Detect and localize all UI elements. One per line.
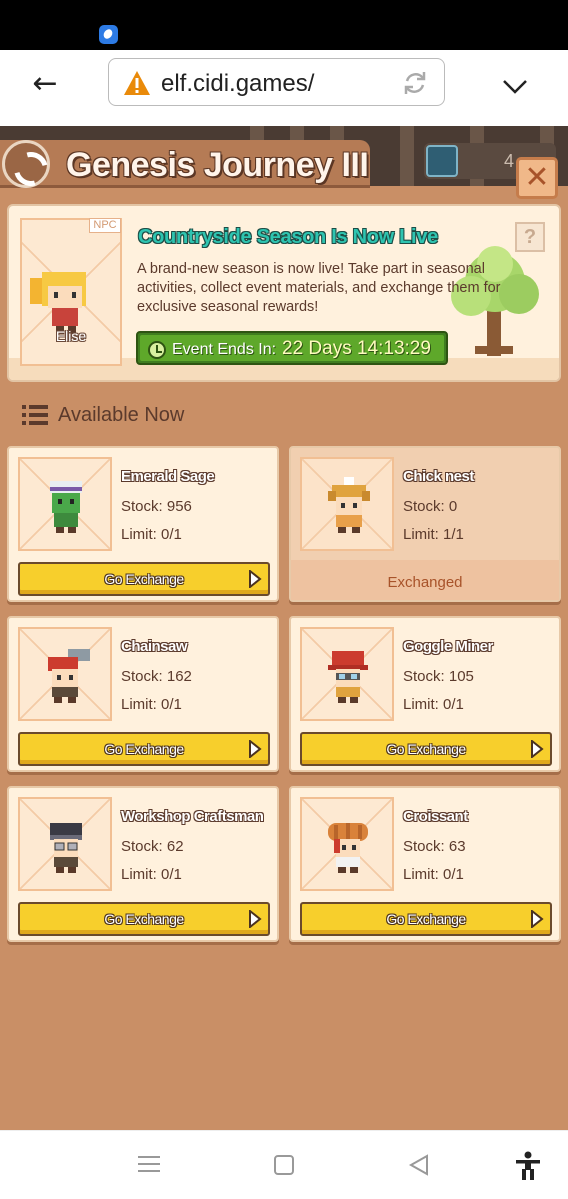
croissant-sprite xyxy=(328,823,368,873)
go-exchange-button[interactable]: Go Exchange xyxy=(18,902,270,936)
item-stock: Stock: 956 xyxy=(121,498,192,515)
item-thumbnail xyxy=(18,627,112,721)
chainsaw-sprite xyxy=(48,649,90,703)
item-thumbnail xyxy=(300,797,394,891)
item-stock: Stock: 63 xyxy=(403,838,466,855)
currency-value: 4 xyxy=(504,151,515,171)
app-notification-icon xyxy=(99,25,118,44)
item-name: Goggle Miner xyxy=(403,638,493,655)
play-icon xyxy=(249,740,262,758)
play-icon xyxy=(531,910,544,928)
go-exchange-label: Go Exchange xyxy=(386,911,466,927)
item-stock: Stock: 162 xyxy=(121,668,192,685)
help-button[interactable]: ? xyxy=(515,222,545,252)
exchange-item-card: Chick nest Stock: 0 Limit: 1/1 Exchanged xyxy=(289,446,561,602)
go-exchange-button[interactable]: Go Exchange xyxy=(300,902,552,936)
event-timer: Event Ends In: 22 Days 14:13:29 xyxy=(136,331,448,365)
item-name: Workshop Craftsman xyxy=(121,808,264,825)
go-exchange-label: Go Exchange xyxy=(386,741,466,757)
item-name: Chick nest xyxy=(403,468,474,485)
exchange-item-card: Goggle Miner Stock: 105 Limit: 0/1 Go Ex… xyxy=(289,616,561,772)
currency-icon xyxy=(426,145,458,177)
item-name: Chainsaw xyxy=(121,638,188,655)
npc-tag: NPC xyxy=(89,218,121,233)
browser-toolbar: ← elf.cidi.games/ xyxy=(0,50,568,126)
status-bar xyxy=(0,0,568,50)
timer-value: 22 Days 14:13:29 xyxy=(282,338,431,359)
go-exchange-button[interactable]: Go Exchange xyxy=(18,732,270,766)
close-icon: ✕ xyxy=(524,160,550,195)
item-limit: Limit: 0/1 xyxy=(121,696,182,713)
list-icon xyxy=(22,405,48,425)
address-bar[interactable]: elf.cidi.games/ xyxy=(108,58,445,106)
play-icon xyxy=(249,910,262,928)
item-thumbnail xyxy=(18,797,112,891)
item-name: Croissant xyxy=(403,808,468,825)
help-icon: ? xyxy=(523,226,537,248)
item-stock: Stock: 105 xyxy=(403,668,474,685)
item-limit: Limit: 0/1 xyxy=(403,866,464,883)
genesis-logo-icon xyxy=(2,140,50,188)
banner-title: Countryside Season Is Now Live xyxy=(138,226,438,248)
item-thumbnail xyxy=(300,457,394,551)
recent-apps-icon[interactable] xyxy=(138,1155,160,1173)
go-exchange-button[interactable]: Go Exchange xyxy=(18,562,270,596)
item-limit: Limit: 0/1 xyxy=(121,526,182,543)
go-exchange-label: Go Exchange xyxy=(104,741,184,757)
emerald-sage-sprite xyxy=(50,481,82,533)
go-exchange-label: Go Exchange xyxy=(104,911,184,927)
item-thumbnail xyxy=(18,457,112,551)
accessibility-icon[interactable] xyxy=(514,1151,542,1181)
exchange-item-card: Emerald Sage Stock: 956 Limit: 0/1 Go Ex… xyxy=(7,446,279,602)
warning-icon xyxy=(124,71,150,95)
item-limit: Limit: 0/1 xyxy=(121,866,182,883)
nav-back-icon[interactable] xyxy=(408,1154,430,1176)
go-exchange-button[interactable]: Go Exchange xyxy=(300,732,552,766)
exchange-item-card: Chainsaw Stock: 162 Limit: 0/1 Go Exchan… xyxy=(7,616,279,772)
home-icon[interactable] xyxy=(274,1155,294,1175)
workshop-craftsman-sprite xyxy=(50,823,82,873)
npc-name: Elise xyxy=(55,328,87,344)
page-title: Genesis Journey III xyxy=(66,146,369,184)
back-arrow-icon[interactable]: ← xyxy=(28,68,62,102)
item-name: Emerald Sage xyxy=(121,468,215,485)
item-stock: Stock: 0 xyxy=(403,498,458,515)
navigation-bar xyxy=(0,1130,568,1199)
goggle-miner-sprite xyxy=(328,651,368,703)
exchanged-label: Exchanged xyxy=(387,574,463,591)
play-icon xyxy=(249,570,262,588)
play-icon xyxy=(531,740,544,758)
go-exchange-label: Go Exchange xyxy=(104,571,184,587)
timer-label: Event Ends In: xyxy=(172,341,277,358)
item-limit: Limit: 0/1 xyxy=(403,696,464,713)
clock-icon xyxy=(148,341,166,359)
exchange-item-card: Workshop Craftsman Stock: 62 Limit: 0/1 … xyxy=(7,786,279,942)
chevron-down-icon[interactable] xyxy=(498,70,532,104)
item-limit: Limit: 1/1 xyxy=(403,526,464,543)
chick-nest-sprite xyxy=(328,477,370,533)
section-title: Available Now xyxy=(58,404,185,426)
url-text: elf.cidi.games/ xyxy=(161,70,315,97)
item-thumbnail xyxy=(300,627,394,721)
item-stock: Stock: 62 xyxy=(121,838,184,855)
close-button[interactable]: ✕ xyxy=(516,157,558,199)
reload-icon[interactable] xyxy=(401,69,429,97)
banner-description: A brand-new season is now live! Take par… xyxy=(137,261,501,315)
exchange-item-card: Croissant Stock: 63 Limit: 0/1 Go Exchan… xyxy=(289,786,561,942)
